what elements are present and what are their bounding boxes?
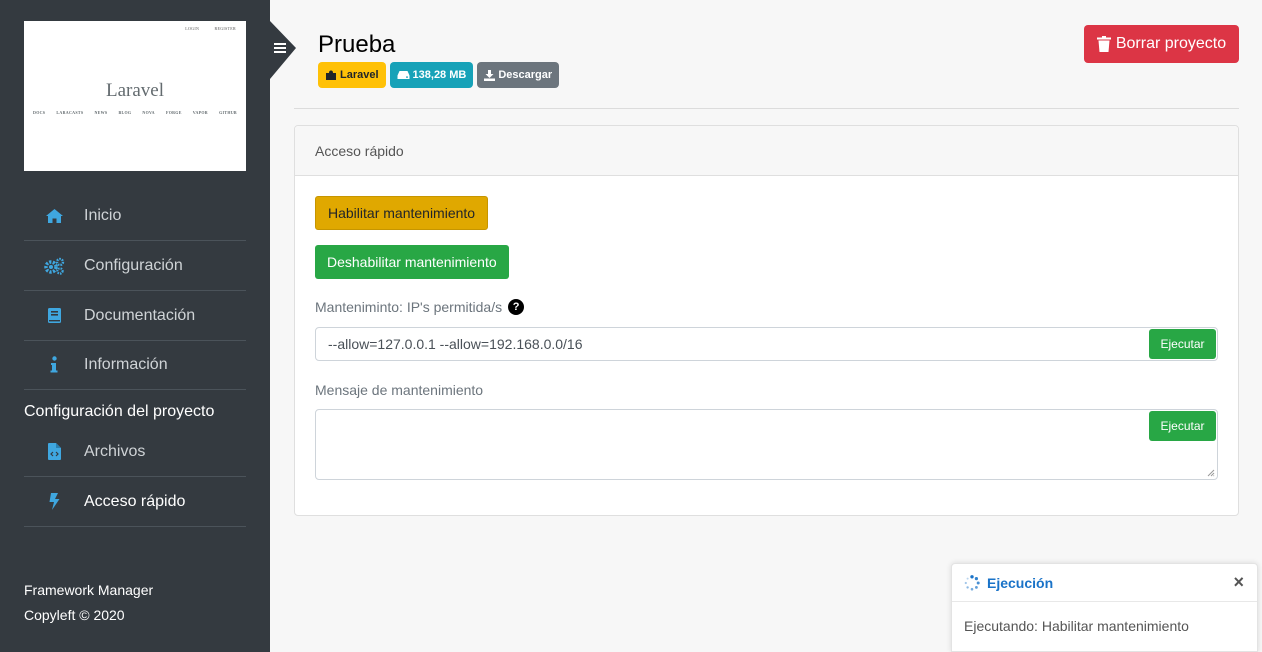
hamburger-icon bbox=[274, 43, 286, 53]
download-button-label: Descargar bbox=[498, 69, 553, 81]
allowed-ips-value: --allow=127.0.0.1 --allow=192.168.0.0/16 bbox=[328, 336, 583, 352]
sidebar-item-acceso-rapido[interactable]: Acceso rápido bbox=[24, 477, 246, 527]
thumbnail-top-links: LOGIN REGISTER bbox=[171, 26, 236, 31]
thumbnail-register: REGISTER bbox=[214, 26, 236, 31]
toast-header: Ejecución bbox=[952, 564, 1257, 602]
project-thumbnail: LOGIN REGISTER Laravel DOCS LARACASTS NE… bbox=[24, 21, 246, 171]
cogs-icon bbox=[24, 257, 84, 275]
sidebar-toggle-button[interactable] bbox=[270, 21, 296, 79]
maintenance-message-textarea[interactable]: Ejecutar bbox=[315, 409, 1218, 480]
toast-close-button[interactable]: × bbox=[1233, 572, 1244, 593]
sidebar-footer: Framework Manager Copyleft © 2020 bbox=[24, 578, 153, 628]
sidebar-item-label: Acceso rápido bbox=[84, 492, 186, 510]
sidebar-item-configuracion[interactable]: Configuración bbox=[24, 241, 246, 291]
thumbnail-login: LOGIN bbox=[185, 26, 200, 31]
delete-project-button[interactable]: Borrar proyecto bbox=[1084, 25, 1239, 63]
book-icon bbox=[24, 307, 84, 324]
message-label: Mensaje de mantenimiento bbox=[315, 382, 484, 398]
sidebar: LOGIN REGISTER Laravel DOCS LARACASTS NE… bbox=[0, 0, 270, 652]
info-icon bbox=[24, 356, 84, 373]
hdd-icon bbox=[397, 71, 410, 79]
thumbnail-nav-item: GITHUB bbox=[219, 110, 237, 115]
header-divider bbox=[294, 108, 1239, 109]
sidebar-item-archivos[interactable]: Archivos bbox=[24, 427, 246, 477]
card-header: Acceso rápido bbox=[295, 126, 1238, 176]
download-button[interactable]: Descargar bbox=[477, 62, 560, 88]
sidebar-item-informacion[interactable]: Información bbox=[24, 340, 246, 390]
project-badges: Laravel 138,28 MB Descargar bbox=[318, 62, 560, 88]
execution-toast: Ejecución × Ejecutando: Habilitar manten… bbox=[951, 563, 1258, 652]
delete-project-label: Borrar proyecto bbox=[1115, 35, 1227, 52]
thumbnail-nav-item: VAPOR bbox=[192, 110, 208, 115]
footer-copyright: Copyleft © 2020 bbox=[24, 607, 125, 623]
thumbnail-nav: DOCS LARACASTS NEWS BLOG NOVA FORGE VAPO… bbox=[33, 110, 237, 115]
sidebar-item-label: Información bbox=[84, 355, 168, 373]
ips-label: Manteniminto: IP's permitida/s ? bbox=[315, 299, 525, 315]
home-icon bbox=[24, 208, 84, 224]
page-title: Prueba bbox=[318, 31, 396, 58]
framework-badge-label: Laravel bbox=[340, 69, 379, 81]
spinner-icon bbox=[964, 574, 980, 590]
execute-message-button[interactable]: Ejecutar bbox=[1149, 411, 1216, 441]
file-code-icon bbox=[24, 443, 84, 460]
execute-ips-button[interactable]: Ejecutar bbox=[1149, 329, 1216, 359]
sidebar-item-documentacion[interactable]: Documentación bbox=[24, 291, 246, 341]
help-icon[interactable]: ? bbox=[508, 299, 525, 315]
size-badge: 138,28 MB bbox=[389, 62, 474, 88]
resize-grip-icon[interactable] bbox=[1207, 469, 1215, 477]
sidebar-item-label: Inicio bbox=[84, 206, 122, 224]
allowed-ips-input[interactable]: --allow=127.0.0.1 --allow=192.168.0.0/16… bbox=[315, 327, 1218, 361]
thumbnail-nav-item: NOVA bbox=[142, 110, 155, 115]
section-title-project-config: Configuración del proyecto bbox=[24, 403, 215, 420]
sidebar-item-label: Documentación bbox=[84, 306, 196, 324]
enable-maintenance-button[interactable]: Habilitar mantenimiento bbox=[315, 196, 489, 230]
size-badge-label: 138,28 MB bbox=[412, 69, 467, 81]
footer-app-name: Framework Manager bbox=[24, 582, 154, 598]
ips-label-text: Manteniminto: IP's permitida/s bbox=[315, 299, 503, 315]
sidebar-item-label: Configuración bbox=[84, 256, 183, 274]
trash-icon bbox=[1096, 36, 1111, 52]
bolt-icon bbox=[24, 493, 84, 510]
puzzle-icon bbox=[326, 70, 336, 80]
framework-badge: Laravel bbox=[318, 62, 386, 88]
sidebar-item-inicio[interactable]: Inicio bbox=[24, 191, 246, 241]
toast-message: Ejecutando: Habilitar mantenimiento bbox=[964, 618, 1189, 634]
disable-maintenance-button[interactable]: Deshabilitar mantenimiento bbox=[315, 245, 509, 279]
quick-access-card: Acceso rápido Habilitar mantenimiento De… bbox=[294, 125, 1239, 516]
thumbnail-nav-item: BLOG bbox=[118, 110, 132, 115]
download-icon bbox=[484, 69, 496, 81]
thumbnail-nav-item: DOCS bbox=[33, 110, 46, 115]
thumbnail-nav-item: LARACASTS bbox=[56, 110, 84, 115]
thumbnail-title: Laravel bbox=[105, 80, 164, 101]
thumbnail-nav-item: FORGE bbox=[165, 110, 182, 115]
toast-title: Ejecución bbox=[987, 574, 1054, 591]
sidebar-item-label: Archivos bbox=[84, 442, 146, 460]
thumbnail-nav-item: NEWS bbox=[94, 110, 108, 115]
